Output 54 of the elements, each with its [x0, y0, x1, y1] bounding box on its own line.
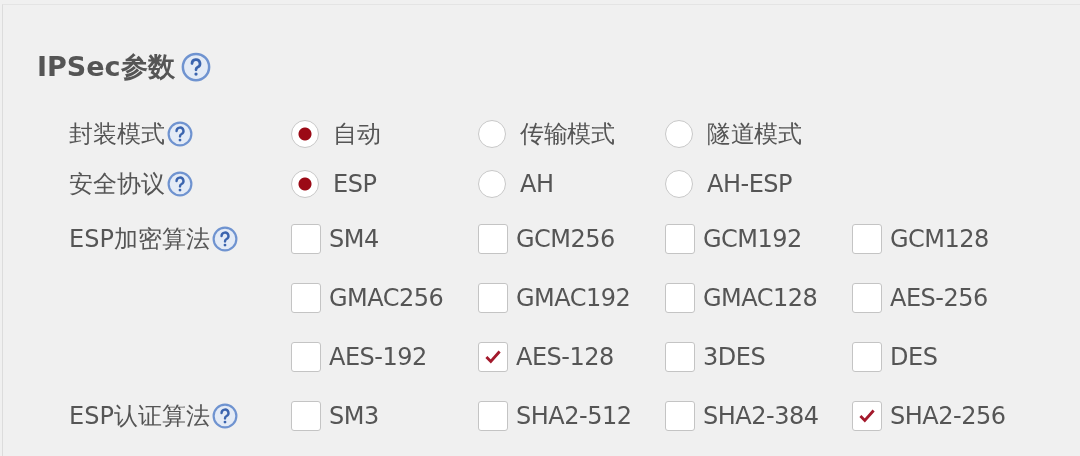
option-label: GCM128: [890, 224, 989, 253]
field-label: 封装模式: [69, 119, 165, 150]
checkbox[interactable]: [478, 282, 508, 313]
checkbox[interactable]: [665, 341, 695, 372]
help-icon[interactable]: [180, 52, 211, 82]
option-label: GMAC128: [703, 283, 818, 312]
checkbox[interactable]: [852, 282, 882, 313]
field-label: ESP认证算法: [69, 400, 210, 432]
checkbox[interactable]: [291, 223, 321, 254]
radio-button[interactable]: [478, 170, 506, 198]
option-label: AES-128: [516, 342, 614, 371]
option-label: ESP: [333, 170, 377, 198]
option-label: SM4: [329, 224, 379, 253]
option-label: SM3: [329, 401, 379, 430]
help-icon[interactable]: [167, 171, 193, 197]
help-icon[interactable]: [211, 225, 238, 252]
radio-button[interactable]: [291, 170, 319, 198]
checkbox[interactable]: [852, 341, 882, 372]
checkbox[interactable]: [291, 282, 321, 313]
checkbox[interactable]: [291, 341, 321, 372]
option-label: GCM192: [703, 224, 802, 253]
checkbox[interactable]: [852, 400, 882, 431]
option-label: GMAC192: [516, 283, 631, 312]
checkbox[interactable]: [665, 223, 695, 254]
option-label: SHA2-256: [890, 401, 1006, 430]
checkbox[interactable]: [665, 282, 695, 313]
option-label: AH: [520, 170, 554, 198]
option-label: 传输模式: [520, 119, 614, 150]
option-label: GCM256: [516, 224, 615, 253]
option-label: SHA2-384: [703, 401, 819, 430]
checkbox[interactable]: [478, 223, 508, 254]
option-label: DES: [890, 342, 938, 371]
section-title: IPSec参数: [37, 50, 175, 84]
help-icon[interactable]: [211, 402, 238, 429]
radio-button[interactable]: [665, 120, 693, 148]
option-label: 3DES: [703, 342, 766, 371]
checkbox[interactable]: [291, 400, 321, 431]
radio-button[interactable]: [291, 120, 319, 148]
option-label: GMAC256: [329, 283, 444, 312]
option-label: SHA2-512: [516, 401, 632, 430]
option-label: AES-256: [890, 283, 988, 312]
radio-button[interactable]: [478, 120, 506, 148]
field-label: 安全协议: [69, 169, 165, 200]
checkbox[interactable]: [665, 400, 695, 431]
option-label: AH-ESP: [707, 170, 792, 198]
checkbox[interactable]: [478, 400, 508, 431]
field-label: ESP加密算法: [69, 223, 210, 255]
option-label: AES-192: [329, 342, 427, 371]
checkbox[interactable]: [478, 341, 508, 372]
option-label: 隧道模式: [707, 119, 801, 150]
option-label: 自动: [333, 119, 380, 150]
checkbox[interactable]: [852, 223, 882, 254]
radio-button[interactable]: [665, 170, 693, 198]
help-icon[interactable]: [167, 121, 193, 147]
